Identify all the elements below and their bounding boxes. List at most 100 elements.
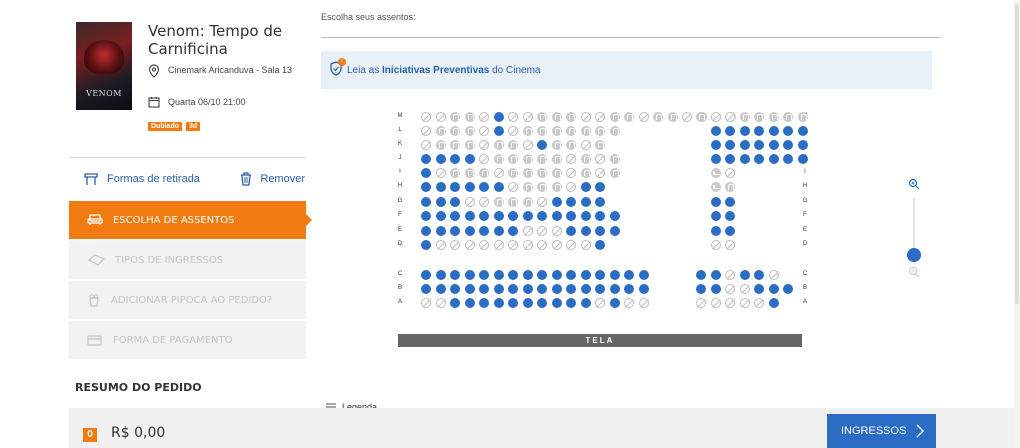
seat-K-avail[interactable] xyxy=(725,140,735,150)
seat-A-avail[interactable] xyxy=(479,298,489,308)
seat-C-avail[interactable] xyxy=(479,270,489,280)
seat-F-avail[interactable] xyxy=(725,211,735,221)
preventive-initiatives-banner[interactable]: ! Leia as Iniciativas Preventivas do Cin… xyxy=(321,51,932,89)
seat-B-avail[interactable] xyxy=(580,284,591,294)
seat-G-avail[interactable] xyxy=(435,197,446,207)
seat-B-avail[interactable] xyxy=(464,284,475,294)
seat-G-avail[interactable] xyxy=(551,197,562,207)
seat-C-avail[interactable] xyxy=(464,270,475,280)
seat-D-avail[interactable] xyxy=(595,240,605,250)
seat-C-avail[interactable] xyxy=(624,270,634,280)
seat-G-avail[interactable] xyxy=(710,197,721,207)
seat-E-avail[interactable] xyxy=(421,226,431,236)
seat-C-avail[interactable] xyxy=(609,270,620,280)
seat-J-avail[interactable] xyxy=(464,154,475,164)
seat-F-avail[interactable] xyxy=(508,211,518,221)
seat-B-avail[interactable] xyxy=(768,284,779,294)
seat-L-avail[interactable] xyxy=(493,126,504,136)
seat-L-avail[interactable] xyxy=(754,126,764,136)
seat-B-avail[interactable] xyxy=(783,284,793,294)
seat-E-avail[interactable] xyxy=(566,226,576,236)
seat-A-avail[interactable] xyxy=(450,298,460,308)
seat-C-avail[interactable] xyxy=(421,270,431,280)
seat-C-avail[interactable] xyxy=(537,270,547,280)
seat-E-avail[interactable] xyxy=(493,226,504,236)
seat-H-avail[interactable] xyxy=(493,182,504,192)
seat-A-avail[interactable] xyxy=(464,298,475,308)
seat-E-avail[interactable] xyxy=(595,226,605,236)
seat-K-avail[interactable] xyxy=(739,140,750,150)
seat-B-avail[interactable] xyxy=(508,284,518,294)
seat-C-avail[interactable] xyxy=(551,270,562,280)
seat-F-avail[interactable] xyxy=(479,211,489,221)
seat-J-avail[interactable] xyxy=(421,154,431,164)
seat-B-avail[interactable] xyxy=(696,284,706,294)
seat-F-avail[interactable] xyxy=(493,211,504,221)
seat-F-avail[interactable] xyxy=(609,211,620,221)
seat-E-avail[interactable] xyxy=(508,226,518,236)
seat-E-avail[interactable] xyxy=(580,226,591,236)
seat-J-avail[interactable] xyxy=(435,154,446,164)
seat-B-avail[interactable] xyxy=(638,284,649,294)
zoom-slider-handle[interactable] xyxy=(907,248,921,262)
seat-B-avail[interactable] xyxy=(493,284,504,294)
seat-H-avail[interactable] xyxy=(479,182,489,192)
page-scrollbar[interactable] xyxy=(1014,0,1020,448)
seat-C-avail[interactable] xyxy=(493,270,504,280)
seat-H-avail[interactable] xyxy=(595,182,605,192)
seat-C-avail[interactable] xyxy=(522,270,533,280)
seat-F-avail[interactable] xyxy=(566,211,576,221)
seat-J-avail[interactable] xyxy=(450,154,460,164)
seat-E-avail[interactable] xyxy=(435,226,446,236)
seat-C-avail[interactable] xyxy=(566,270,576,280)
seat-F-avail[interactable] xyxy=(464,211,475,221)
seat-F-avail[interactable] xyxy=(450,211,460,221)
seat-L-avail[interactable] xyxy=(710,126,721,136)
seat-A-avail[interactable] xyxy=(768,298,779,308)
seat-A-avail[interactable] xyxy=(522,298,533,308)
seat-C-avail[interactable] xyxy=(508,270,518,280)
seat-G-avail[interactable] xyxy=(595,197,605,207)
zoom-in-icon[interactable] xyxy=(908,178,920,190)
preventive-initiatives-link[interactable]: Iniciativas Preventivas xyxy=(382,65,489,76)
seat-F-avail[interactable] xyxy=(580,211,591,221)
seat-K-avail[interactable] xyxy=(710,140,721,150)
seat-B-avail[interactable] xyxy=(537,284,547,294)
seat-I-avail[interactable] xyxy=(421,168,431,178)
seat-A-avail[interactable] xyxy=(493,298,504,308)
tickets-button[interactable]: INGRESSOS xyxy=(827,414,936,448)
seat-J-avail[interactable] xyxy=(739,154,750,164)
seat-J-avail[interactable] xyxy=(797,154,808,164)
seat-B-avail[interactable] xyxy=(435,284,446,294)
seat-K-avail[interactable] xyxy=(754,140,764,150)
seat-E-avail[interactable] xyxy=(479,226,489,236)
step-seat-selection[interactable]: Escolha de assentos xyxy=(69,201,312,239)
seat-K-avail[interactable] xyxy=(537,140,547,150)
seat-J-avail[interactable] xyxy=(754,154,764,164)
seat-B-avail[interactable] xyxy=(609,284,620,294)
seat-L-avail[interactable] xyxy=(783,126,793,136)
seat-J-avail[interactable] xyxy=(710,154,721,164)
seat-C-avail[interactable] xyxy=(710,270,721,280)
seat-C-avail[interactable] xyxy=(696,270,706,280)
seat-C-avail[interactable] xyxy=(435,270,446,280)
seat-C-avail[interactable] xyxy=(595,270,605,280)
step-payment-method[interactable]: Forma de pagamento xyxy=(69,321,306,359)
seat-J-avail[interactable] xyxy=(725,154,735,164)
seat-E-avail[interactable] xyxy=(710,226,721,236)
seat-A-avail[interactable] xyxy=(580,298,591,308)
seat-A-avail[interactable] xyxy=(551,298,562,308)
seat-B-avail[interactable] xyxy=(551,284,562,294)
zoom-out-icon[interactable] xyxy=(908,266,920,278)
seat-J-avail[interactable] xyxy=(783,154,793,164)
seat-G-avail[interactable] xyxy=(725,197,735,207)
seat-F-avail[interactable] xyxy=(522,211,533,221)
seat-F-avail[interactable] xyxy=(710,211,721,221)
seat-F-avail[interactable] xyxy=(551,211,562,221)
seat-F-avail[interactable] xyxy=(421,211,431,221)
seat-C-avail[interactable] xyxy=(450,270,460,280)
seat-D-avail[interactable] xyxy=(421,240,431,250)
seat-L-avail[interactable] xyxy=(725,126,735,136)
seat-C-avail[interactable] xyxy=(739,270,750,280)
seat-G-avail[interactable] xyxy=(421,197,431,207)
